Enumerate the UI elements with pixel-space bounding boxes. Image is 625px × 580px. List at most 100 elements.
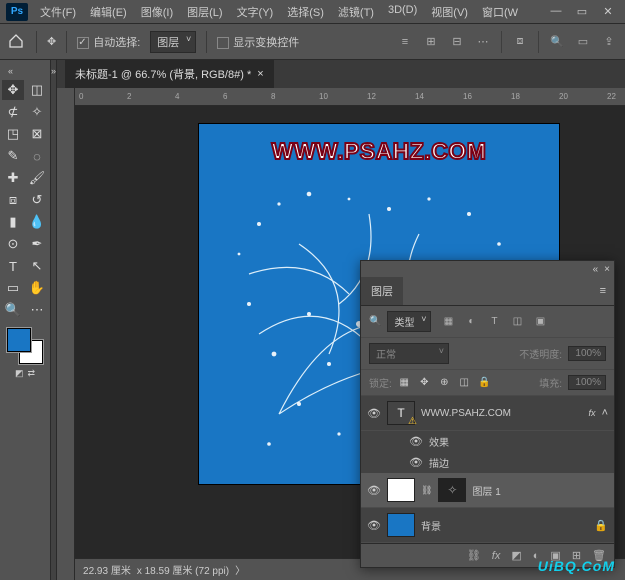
pen-tool[interactable]: ✒ [26,234,48,254]
main-menu: 文件(F) 编辑(E) 图像(I) 图层(L) 文字(Y) 选择(S) 滤镜(T… [34,0,539,24]
panel-menu-icon[interactable]: ≡ [592,285,614,297]
status-zoom[interactable]: 22.93 厘米 [83,562,131,577]
healing-tool[interactable]: ✚ [2,168,24,188]
crop-tool[interactable]: ◳ [2,124,24,144]
fx-chevron-icon[interactable]: ˄ [602,407,608,419]
shape-tool[interactable]: ▭ [2,278,24,298]
filter-pixel-icon[interactable]: ▦ [441,315,455,329]
filter-smart-icon[interactable]: ▣ [533,315,547,329]
magic-wand-tool[interactable]: ✧ [26,102,48,122]
default-colors-icon[interactable]: ◩ [15,368,24,379]
menu-file[interactable]: 文件(F) [34,0,82,24]
visibility-toggle-icon[interactable]: 👁 [367,406,381,420]
clone-tool[interactable]: ⧈ [2,190,24,210]
lasso-tool[interactable]: ⊄ [2,102,24,122]
auto-select-target[interactable]: 图层 [150,31,196,53]
blur-tool[interactable]: 💧 [26,212,48,232]
menu-layer[interactable]: 图层(L) [181,0,228,24]
fill-value[interactable]: 100% [568,375,606,390]
visibility-toggle-icon[interactable]: 👁 [367,483,381,497]
layer-1[interactable]: 👁 ⛓ ✧ 图层 1 [361,473,614,508]
layer-filter-search-icon[interactable]: 🔍 [369,316,381,327]
mask-link-icon[interactable]: ⛓ [421,485,432,496]
dodge-tool[interactable]: ⊙ [2,234,24,254]
swap-colors-icon[interactable]: ⇄ [27,368,35,379]
search-icon[interactable]: 🔍 [549,34,565,50]
color-swatches[interactable] [7,328,43,364]
ruler-horizontal[interactable]: 024681012141618202224 [75,88,625,106]
history-brush-tool[interactable]: ↺ [26,190,48,210]
ruler-vertical[interactable] [57,88,75,580]
quick-select-tool[interactable]: ◌ [26,146,48,166]
frame-tool[interactable]: ⊠ [26,124,48,144]
layer-text[interactable]: 👁 T⚠ WWW.PSAHZ.COM fx ˄ [361,396,614,431]
filter-shape-icon[interactable]: ◫ [510,315,524,329]
visibility-toggle-icon[interactable]: 👁 [409,435,423,449]
move-tool[interactable]: ✥ [2,80,24,100]
tab-close-icon[interactable]: × [257,68,263,80]
menu-image[interactable]: 图像(I) [135,0,179,24]
lock-all-icon[interactable]: 🔒 [478,376,491,389]
path-select-tool[interactable]: ↖ [26,256,48,276]
menu-type[interactable]: 文字(Y) [231,0,280,24]
home-icon[interactable] [8,33,26,51]
align-1-icon[interactable]: ≡ [397,34,413,50]
lock-position-icon[interactable]: ✥ [418,376,431,389]
status-chevron-icon[interactable]: 〉 [235,562,245,577]
layer-effect-stroke[interactable]: 👁 描边 [361,452,614,473]
zoom-tool[interactable]: 🔍 [2,300,24,320]
opacity-value[interactable]: 100% [568,346,606,361]
visibility-toggle-icon[interactable]: 👁 [367,518,381,532]
menu-view[interactable]: 视图(V) [425,0,474,24]
layer-style-icon[interactable]: fx [492,550,501,562]
maximize-icon[interactable]: ▭ [573,5,591,18]
menu-3d[interactable]: 3D(D) [382,0,423,24]
layer-mask-icon[interactable]: ◩ [511,549,521,562]
layer-filter-type[interactable]: 类型 [387,311,431,332]
3d-mode-icon[interactable]: ⧈ [512,34,528,50]
layer-name[interactable]: 图层 1 [472,483,608,498]
minimize-icon[interactable]: ― [547,5,565,18]
share-icon[interactable]: ⇪ [601,34,617,50]
link-layers-icon[interactable]: ⛓ [467,549,481,562]
lock-nested-icon[interactable]: ◫ [458,376,471,389]
auto-select-checkbox[interactable]: 自动选择: [77,34,140,50]
move-tool-icon[interactable]: ✥ [47,35,56,48]
workspace-icon[interactable]: ▭ [575,34,591,50]
marquee-tool[interactable]: ◫ [26,80,48,100]
hand-tool[interactable]: ✋ [26,278,48,298]
menu-filter[interactable]: 滤镜(T) [332,0,380,24]
panel-close-icon[interactable]: × [604,264,610,275]
menu-edit[interactable]: 编辑(E) [84,0,133,24]
blend-mode-select[interactable]: 正常 [369,343,449,364]
visibility-toggle-icon[interactable]: 👁 [409,456,423,470]
brush-tool[interactable]: 🖌 [26,168,48,188]
show-transform-checkbox[interactable]: 显示变换控件 [217,34,299,50]
document-tab[interactable]: 未标题-1 @ 66.7% (背景, RGB/8#) * × [65,60,274,88]
lock-artboard-icon[interactable]: ⊕ [438,376,451,389]
toolbar-collapse-icon[interactable]: « [6,64,15,78]
layer-name[interactable]: WWW.PSAHZ.COM [421,408,583,419]
lock-pixels-icon[interactable]: ▦ [398,376,411,389]
edit-toolbar[interactable]: ⋯ [26,300,48,320]
close-icon[interactable]: ✕ [599,5,617,18]
layers-panel[interactable]: « × 图层 ≡ 🔍 类型 ▦ ◐ T ◫ ▣ 正常 不透明度: [360,260,615,568]
eyedropper-tool[interactable]: ✎ [2,146,24,166]
menu-window[interactable]: 窗口(W [476,0,524,24]
foreground-color-swatch[interactable] [7,328,31,352]
layer-effects-group[interactable]: 👁 效果 [361,431,614,452]
panel-collapse-icon[interactable]: « [593,264,599,275]
gradient-tool[interactable]: ▮ [2,212,24,232]
align-2-icon[interactable]: ⊞ [423,34,439,50]
layers-tab[interactable]: 图层 [361,277,403,305]
align-4-icon[interactable]: ⋯ [475,34,491,50]
menu-select[interactable]: 选择(S) [281,0,330,24]
filter-type-icon[interactable]: T [487,315,501,329]
fx-badge[interactable]: fx [589,408,596,418]
filter-adjust-icon[interactable]: ◐ [464,315,478,329]
effects-label: 效果 [429,434,449,449]
type-tool[interactable]: T [2,256,24,276]
layer-name[interactable]: 背景 [421,518,588,533]
align-3-icon[interactable]: ⊟ [449,34,465,50]
layer-background[interactable]: 👁 背景 🔒 [361,508,614,543]
